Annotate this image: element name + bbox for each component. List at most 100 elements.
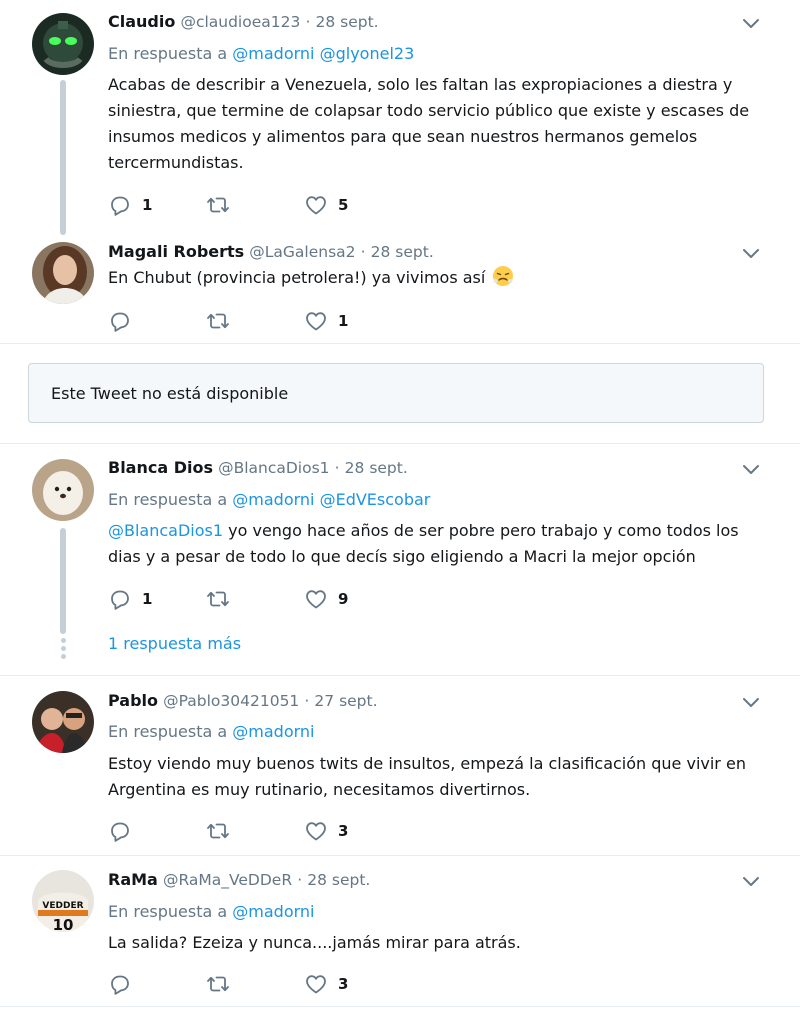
mention-link[interactable]: @madorni: [232, 902, 314, 921]
unavailable-text: Este Tweet no está disponible: [51, 384, 289, 403]
reply-context: En respuesta a @madorni @glyonel23: [108, 44, 414, 64]
chevron-down-icon[interactable]: [742, 876, 760, 888]
tweet[interactable]: VEDDER 10 RaMa @RaMa_VeDDeR · 28 sept. E…: [0, 856, 800, 1006]
reply-button[interactable]: [108, 819, 206, 843]
reply-prefix: En respuesta a: [108, 44, 228, 63]
reply-button[interactable]: 1: [108, 193, 206, 217]
tweet-header: RaMa @RaMa_VeDDeR · 28 sept.: [108, 870, 370, 890]
mention-link[interactable]: @madorni: [232, 44, 314, 63]
avatar[interactable]: [32, 459, 94, 521]
tweet-header: Blanca Dios @BlancaDios1 · 28 sept.: [108, 458, 408, 478]
display-name[interactable]: Blanca Dios: [108, 458, 213, 477]
display-name[interactable]: Pablo: [108, 691, 158, 710]
user-handle[interactable]: @BlancaDios1: [218, 459, 329, 477]
separator: ·: [297, 871, 303, 889]
like-icon: [304, 309, 328, 333]
reply-context: En respuesta a @madorni: [108, 722, 315, 742]
divider: [0, 343, 800, 344]
thread-line: [60, 80, 66, 235]
tweet-date[interactable]: 28 sept.: [345, 459, 408, 477]
retweet-button[interactable]: [206, 193, 304, 217]
like-count: 3: [338, 975, 349, 993]
tweet-actions: 3: [108, 819, 402, 843]
like-button[interactable]: 1: [304, 309, 402, 333]
tweet[interactable]: Pablo @Pablo30421051 · 27 sept. En respu…: [0, 676, 800, 854]
separator: ·: [304, 692, 310, 710]
divider: [0, 1006, 800, 1007]
mention-link[interactable]: @madorni: [232, 722, 314, 741]
mention-link[interactable]: @madorni: [232, 490, 314, 509]
thread-dots: [60, 638, 66, 662]
reply-icon: [108, 193, 132, 217]
mention-link[interactable]: @BlancaDios1: [108, 521, 223, 540]
chevron-down-icon[interactable]: [742, 464, 760, 476]
retweet-icon: [206, 193, 230, 217]
reply-button[interactable]: [108, 972, 206, 996]
reply-icon: [108, 587, 132, 611]
retweet-icon: [206, 309, 230, 333]
like-button[interactable]: 3: [304, 819, 402, 843]
tweet-text: En Chubut (provincia petrolera!) ya vivi…: [108, 265, 758, 291]
retweet-button[interactable]: [206, 972, 304, 996]
tweet[interactable]: Blanca Dios @BlancaDios1 · 28 sept. En r…: [0, 444, 800, 674]
tweet-date[interactable]: 28 sept.: [315, 13, 378, 31]
avatar[interactable]: VEDDER 10: [32, 870, 94, 932]
tweet-actions: 1 5: [108, 193, 402, 217]
user-handle[interactable]: @claudioea123: [180, 13, 300, 31]
reply-icon: [108, 972, 132, 996]
mention-link[interactable]: @glyonel23: [320, 44, 415, 63]
tweet-actions: 1 9: [108, 587, 402, 611]
like-button[interactable]: 5: [304, 193, 402, 217]
tweet-actions: 3: [108, 972, 402, 996]
retweet-icon: [206, 972, 230, 996]
tweet-actions: 1: [108, 309, 402, 333]
like-button[interactable]: 3: [304, 972, 402, 996]
mention-link[interactable]: @EdVEscobar: [320, 490, 431, 509]
separator: ·: [360, 243, 366, 261]
separator: ·: [334, 459, 340, 477]
tweet-text: La salida? Ezeiza y nunca....jamás mirar…: [108, 933, 521, 952]
chevron-down-icon[interactable]: [742, 697, 760, 709]
tweet-date[interactable]: 28 sept.: [307, 871, 370, 889]
display-name[interactable]: Magali Roberts: [108, 242, 244, 261]
reply-prefix: En respuesta a: [108, 722, 228, 741]
reply-button[interactable]: [108, 309, 206, 333]
user-handle[interactable]: @LaGalensa2: [249, 243, 355, 261]
avatar[interactable]: [32, 13, 94, 75]
like-count: 3: [338, 822, 349, 840]
avatar[interactable]: [32, 691, 94, 753]
chevron-down-icon[interactable]: [742, 18, 760, 30]
reply-prefix: En respuesta a: [108, 902, 228, 921]
like-count: 5: [338, 196, 349, 214]
svg-text:VEDDER: VEDDER: [42, 901, 83, 911]
retweet-icon: [206, 587, 230, 611]
tweet-date[interactable]: 27 sept.: [314, 692, 377, 710]
like-icon: [304, 819, 328, 843]
like-button[interactable]: 9: [304, 587, 402, 611]
display-name[interactable]: Claudio: [108, 12, 175, 31]
reply-context: En respuesta a @madorni @EdVEscobar: [108, 490, 430, 510]
like-count: 9: [338, 590, 349, 608]
chevron-down-icon[interactable]: [742, 248, 760, 260]
user-handle[interactable]: @Pablo30421051: [163, 692, 299, 710]
reply-context: En respuesta a @madorni: [108, 902, 315, 922]
retweet-button[interactable]: [206, 587, 304, 611]
tweet-header: Pablo @Pablo30421051 · 27 sept.: [108, 691, 378, 711]
retweet-button[interactable]: [206, 819, 304, 843]
reply-button[interactable]: 1: [108, 587, 206, 611]
more-replies-link[interactable]: 1 respuesta más: [108, 634, 241, 653]
tweet-text: Estoy viendo muy buenos twits de insulto…: [108, 754, 746, 799]
tweet[interactable]: Claudio @claudioea123 · 28 sept. En resp…: [0, 0, 800, 235]
like-count: 1: [338, 312, 349, 330]
reply-icon: [108, 819, 132, 843]
steam-face-emoji-icon: [493, 266, 514, 286]
tweet-date[interactable]: 28 sept.: [371, 243, 434, 261]
user-handle[interactable]: @RaMa_VeDDeR: [163, 871, 292, 889]
tweet-text: @BlancaDios1 yo vengo hace años de ser p…: [108, 518, 758, 570]
reply-count: 1: [142, 196, 153, 214]
tweet[interactable]: Magali Roberts @LaGalensa2 · 28 sept. En…: [0, 230, 800, 342]
like-icon: [304, 193, 328, 217]
avatar[interactable]: [32, 242, 94, 304]
retweet-button[interactable]: [206, 309, 304, 333]
display-name[interactable]: RaMa: [108, 870, 158, 889]
